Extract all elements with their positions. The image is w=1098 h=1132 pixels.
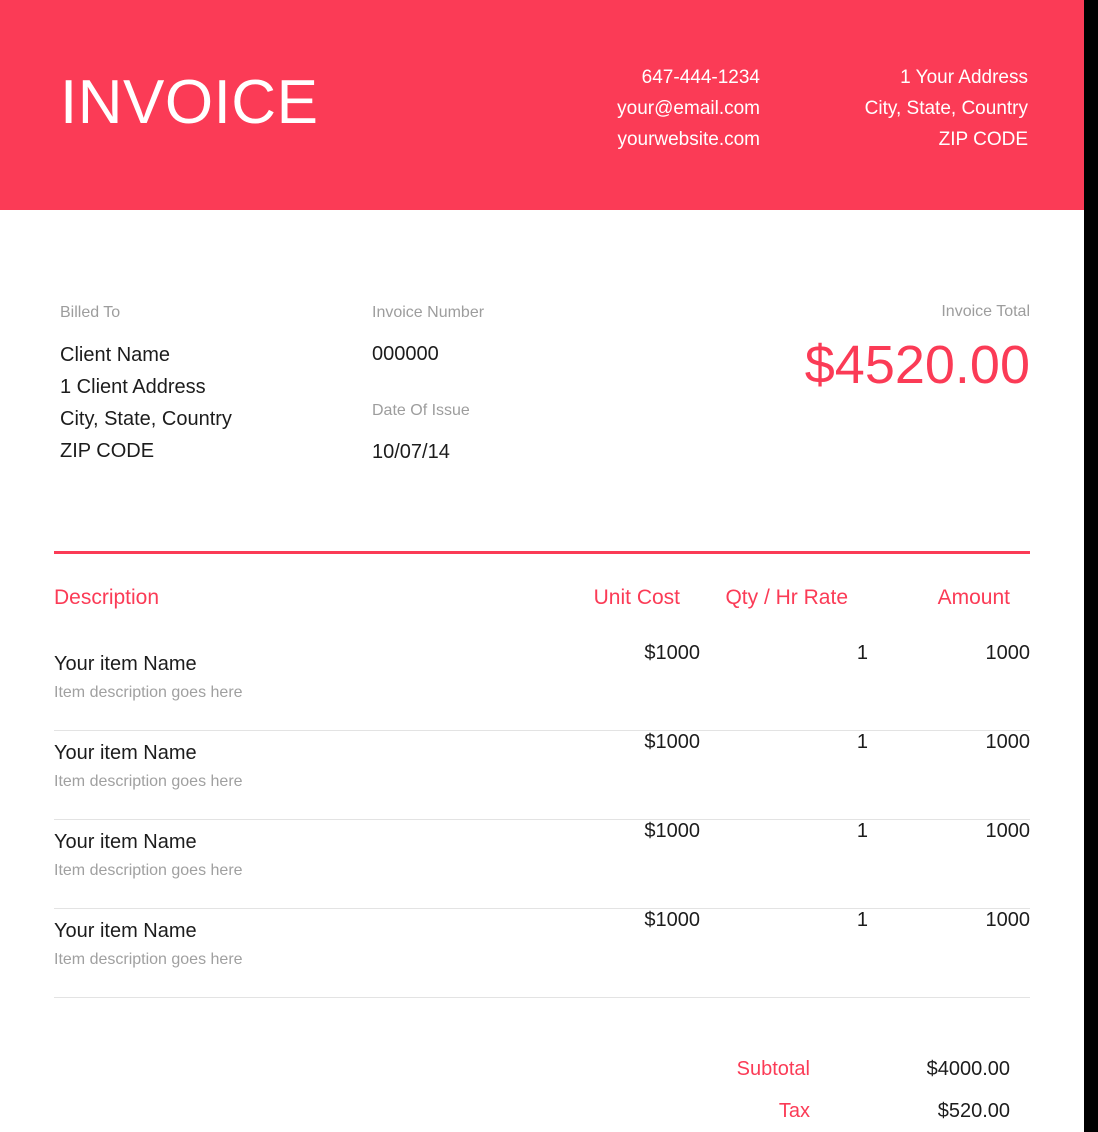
page-title: INVOICE [60, 72, 318, 134]
company-address-line1: 1 Your Address [760, 62, 1028, 93]
subtotal-label: Subtotal [560, 1058, 848, 1081]
item-name: Your item Name [54, 820, 538, 852]
column-header-amount: Amount [868, 554, 1030, 642]
column-header-unit-cost: Unit Cost [538, 554, 700, 642]
item-name: Your item Name [54, 642, 538, 674]
invoice-number-block: Invoice Number 000000 [372, 305, 622, 370]
header-contact-block: 647-444-1234 your@email.com yourwebsite.… [470, 62, 760, 155]
table-row: Your item Name Item description goes her… [54, 731, 1030, 820]
invoice-header-band: INVOICE 647-444-1234 your@email.com your… [0, 0, 1084, 210]
item-qty: 1 [700, 731, 868, 820]
client-zip: ZIP CODE [60, 435, 360, 467]
item-amount: 1000 [868, 909, 1030, 998]
item-unit-cost: $1000 [538, 642, 700, 731]
date-of-issue-block: Date Of Issue 10/07/14 [372, 403, 622, 468]
tax-label: Tax [560, 1100, 848, 1123]
subtotal-row: Subtotal $4000.00 [560, 1058, 1030, 1100]
header-address-block: 1 Your Address City, State, Country ZIP … [760, 62, 1028, 155]
column-header-description: Description [54, 554, 538, 642]
client-address: 1 Client Address [60, 371, 360, 403]
company-email: your@email.com [470, 93, 760, 124]
item-name: Your item Name [54, 731, 538, 763]
item-description: Item description goes here [54, 674, 538, 701]
invoice-document: INVOICE 647-444-1234 your@email.com your… [0, 0, 1084, 1132]
item-amount: 1000 [868, 820, 1030, 909]
item-description-cell: Your item Name Item description goes her… [54, 731, 538, 820]
item-qty: 1 [700, 642, 868, 731]
table-row: Your item Name Item description goes her… [54, 909, 1030, 998]
table-row: Your item Name Item description goes her… [54, 820, 1030, 909]
tax-row: Tax $520.00 [560, 1100, 1030, 1132]
client-city: City, State, Country [60, 403, 360, 435]
invoice-number-label: Invoice Number [372, 305, 622, 321]
client-name: Client Name [60, 339, 360, 371]
table-row: Your item Name Item description goes her… [54, 642, 1030, 731]
company-address-line2: City, State, Country [760, 93, 1028, 124]
item-amount: 1000 [868, 731, 1030, 820]
invoice-number-value: 000000 [372, 338, 622, 370]
item-unit-cost: $1000 [538, 820, 700, 909]
totals-block: Subtotal $4000.00 Tax $520.00 [560, 1058, 1030, 1132]
item-unit-cost: $1000 [538, 909, 700, 998]
item-qty: 1 [700, 909, 868, 998]
line-items-table: Description Unit Cost Qty / Hr Rate Amou… [54, 551, 1030, 998]
item-description-cell: Your item Name Item description goes her… [54, 909, 538, 998]
item-qty: 1 [700, 820, 868, 909]
column-header-qty: Qty / Hr Rate [700, 554, 868, 642]
table-header-row: Description Unit Cost Qty / Hr Rate Amou… [54, 554, 1030, 642]
item-description-cell: Your item Name Item description goes her… [54, 820, 538, 909]
item-unit-cost: $1000 [538, 731, 700, 820]
item-description-cell: Your item Name Item description goes her… [54, 642, 538, 731]
date-of-issue-label: Date Of Issue [372, 403, 622, 419]
company-address-zip: ZIP CODE [760, 124, 1028, 155]
invoice-total-block: Invoice Total $4520.00 [640, 304, 1030, 392]
billed-to-label: Billed To [60, 305, 360, 321]
tax-value: $520.00 [848, 1100, 1030, 1123]
company-phone: 647-444-1234 [470, 62, 760, 93]
item-description: Item description goes here [54, 763, 538, 790]
item-description: Item description goes here [54, 852, 538, 879]
date-of-issue-value: 10/07/14 [372, 436, 622, 468]
item-description: Item description goes here [54, 941, 538, 968]
item-amount: 1000 [868, 642, 1030, 731]
item-name: Your item Name [54, 909, 538, 941]
company-website: yourwebsite.com [470, 124, 760, 155]
invoice-total-label: Invoice Total [640, 304, 1030, 320]
billed-to-block: Billed To Client Name 1 Client Address C… [60, 305, 360, 467]
invoice-total-amount: $4520.00 [640, 338, 1030, 392]
subtotal-value: $4000.00 [848, 1058, 1030, 1081]
